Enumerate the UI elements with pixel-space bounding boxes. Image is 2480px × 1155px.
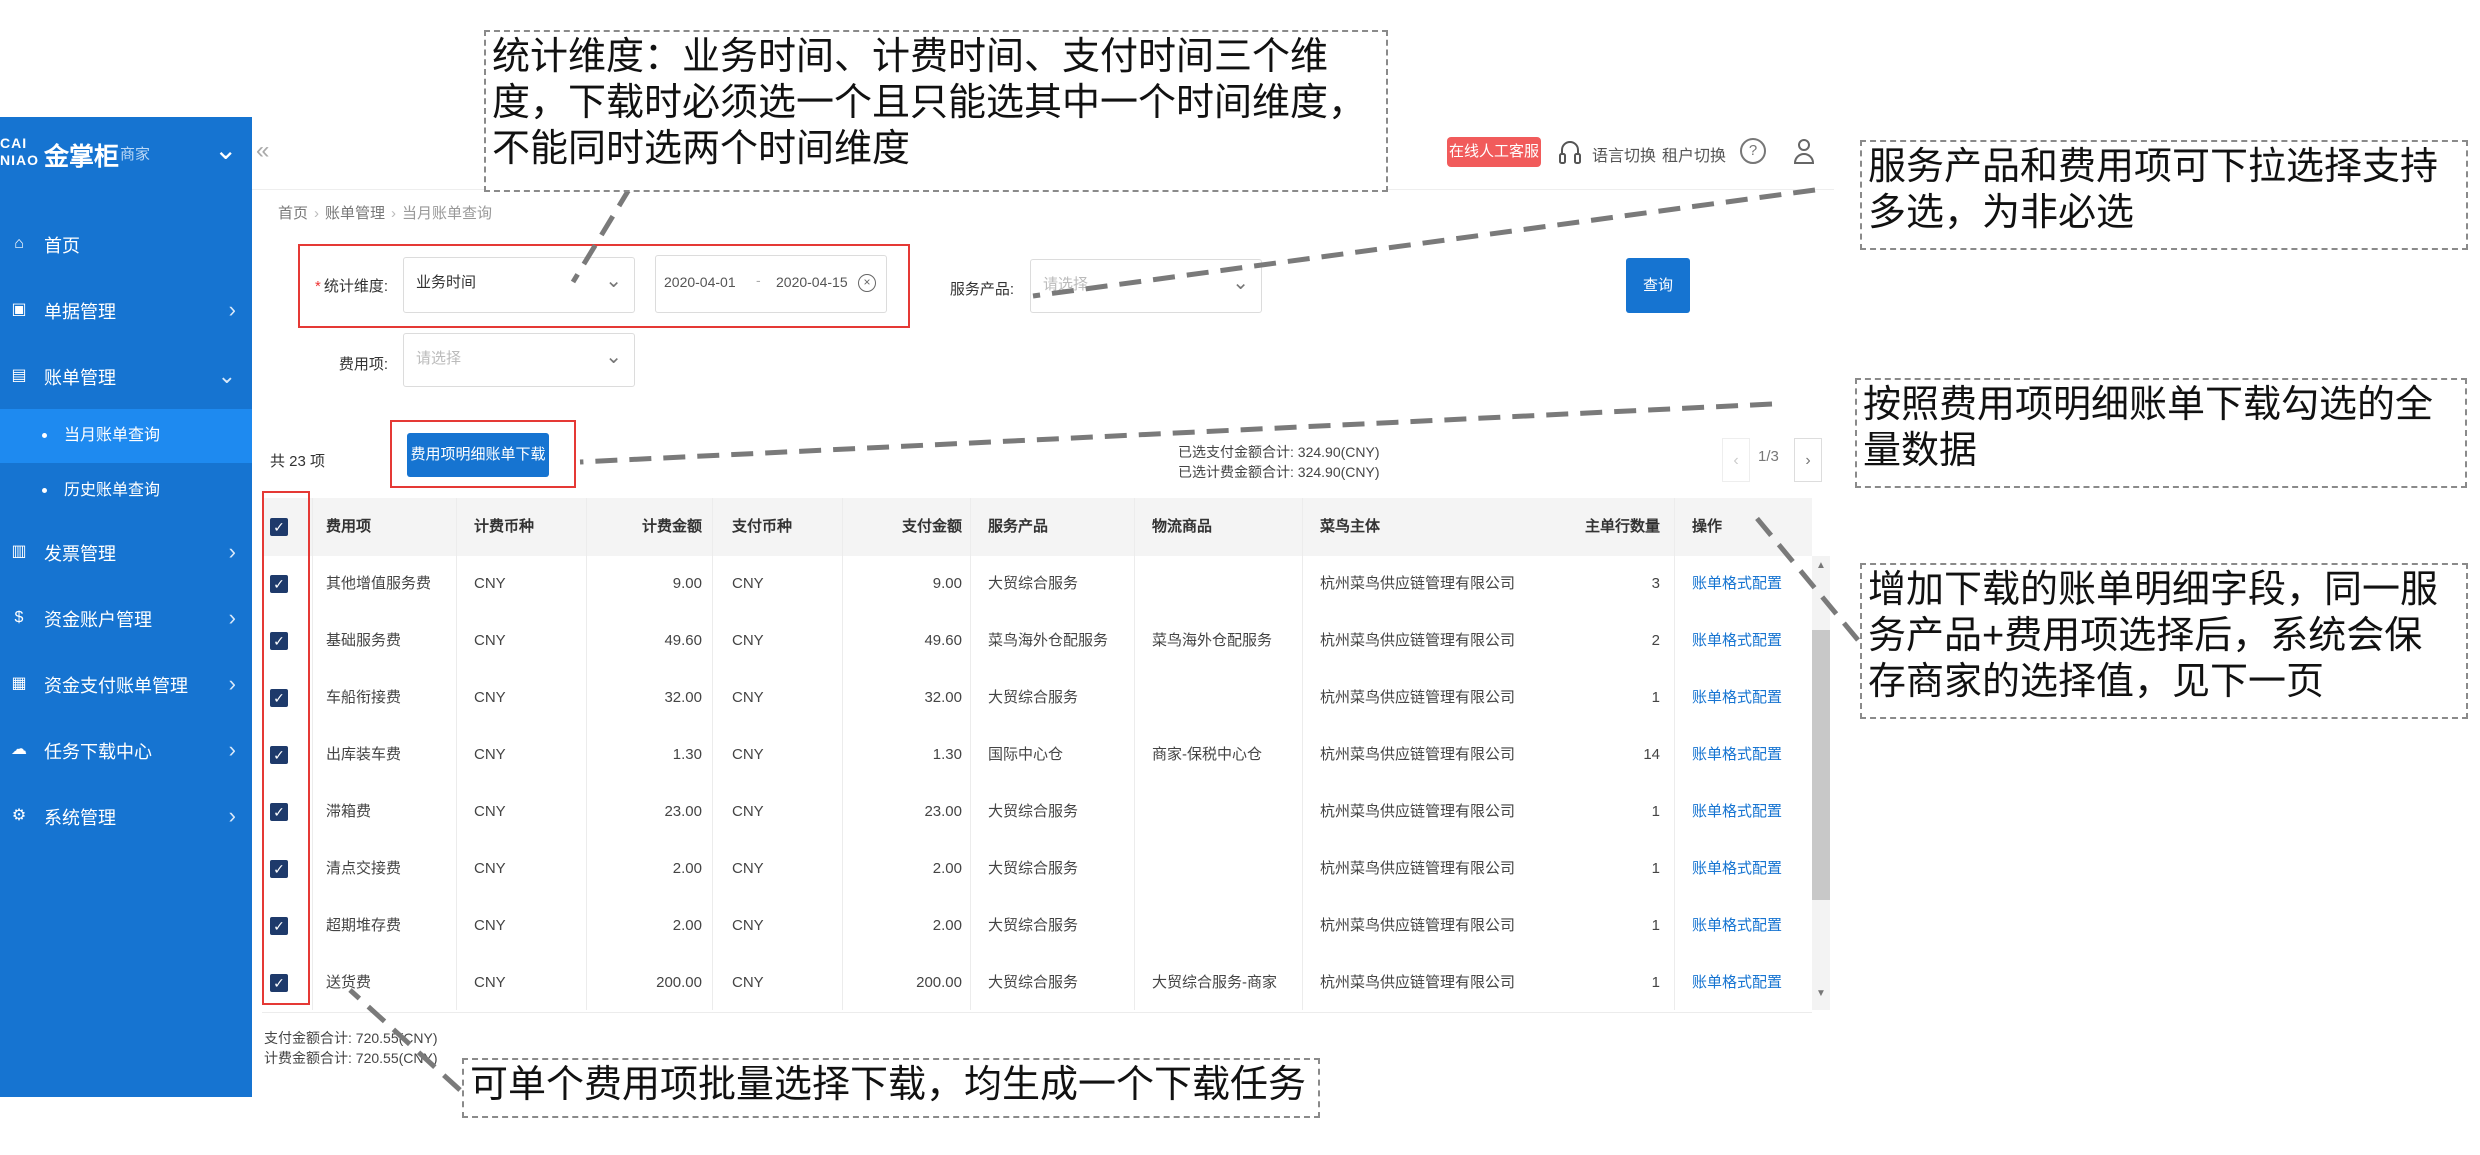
annotation-config: 增加下载的账单明细字段，同一服务产品+费用项选择后，系统会保存商家的选择值，见下…	[1860, 563, 2468, 719]
annotation-download: 按照费用项明细账单下载勾选的全量数据	[1855, 378, 2467, 488]
annotation-dimension: 统计维度：业务时间、计费时间、支付时间三个维度，下载时必须选一个且只能选其中一个…	[484, 30, 1388, 192]
annotation-product: 服务产品和费用项可下拉选择支持多选，为非必选	[1860, 140, 2468, 250]
annotation-batch: 可单个费用项批量选择下载，均生成一个下载任务	[462, 1058, 1320, 1118]
